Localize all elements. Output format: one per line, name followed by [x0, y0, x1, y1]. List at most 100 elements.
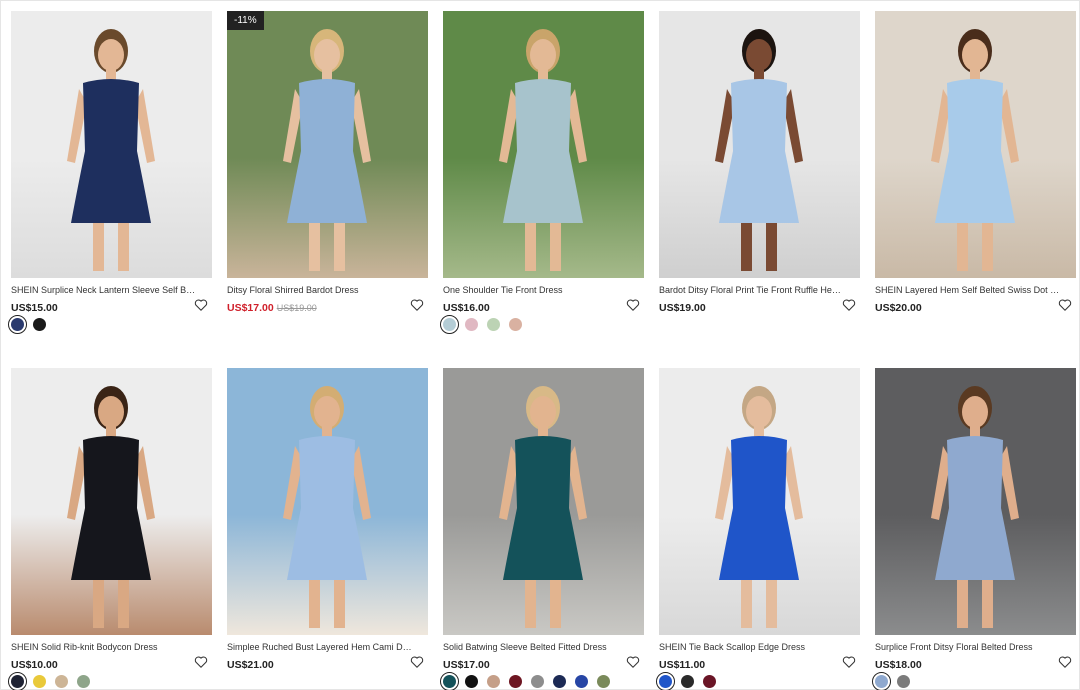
- color-swatch[interactable]: [8, 672, 27, 690]
- product-title[interactable]: Ditsy Floral Shirred Bardot Dress: [227, 284, 413, 296]
- color-swatch[interactable]: [703, 675, 716, 688]
- price-row: US$15.00: [11, 298, 212, 314]
- product-card[interactable]: SHEIN Tie Back Scallop Edge Dress US$11.0…: [656, 368, 860, 690]
- product-price: US$16.00: [443, 302, 490, 314]
- color-swatch[interactable]: [897, 675, 910, 688]
- model-illustration: [931, 29, 1019, 271]
- product-image[interactable]: [227, 368, 428, 635]
- color-swatch[interactable]: [681, 675, 694, 688]
- product-price: US$19.00: [659, 302, 706, 314]
- wishlist-heart-icon[interactable]: [1058, 655, 1072, 669]
- product-title[interactable]: Solid Batwing Sleeve Belted Fitted Dress: [443, 641, 629, 653]
- product-image[interactable]: [443, 11, 644, 278]
- product-image[interactable]: -11%: [227, 11, 428, 278]
- color-swatches: [440, 672, 644, 690]
- product-price: US$20.00: [875, 302, 922, 314]
- color-swatches: [227, 675, 428, 689]
- product-image[interactable]: [875, 11, 1076, 278]
- color-swatches: [659, 318, 860, 332]
- model-illustration: [67, 29, 155, 271]
- color-swatch[interactable]: [55, 675, 68, 688]
- price-row: US$16.00: [443, 298, 644, 314]
- product-card[interactable]: -11% Ditsy Floral Shirred Bardot Dress US$…: [227, 11, 428, 368]
- color-swatch[interactable]: [509, 318, 522, 331]
- product-image[interactable]: [659, 11, 860, 278]
- color-swatch[interactable]: [531, 675, 544, 688]
- color-swatch[interactable]: [77, 675, 90, 688]
- price-row: US$18.00: [875, 655, 1076, 671]
- wishlist-heart-icon[interactable]: [194, 655, 208, 669]
- product-title[interactable]: SHEIN Solid Rib-knit Bodycon Dress: [11, 641, 197, 653]
- model-illustration: [499, 29, 587, 271]
- product-price: US$17.00: [227, 302, 274, 314]
- wishlist-heart-icon[interactable]: [1058, 298, 1072, 312]
- color-swatch[interactable]: [509, 675, 522, 688]
- product-title[interactable]: Bardot Ditsy Floral Print Tie Front Ruff…: [659, 284, 845, 296]
- wishlist-heart-icon[interactable]: [626, 298, 640, 312]
- discount-badge: -11%: [227, 11, 264, 30]
- product-title[interactable]: SHEIN Surplice Neck Lantern Sleeve Self …: [11, 284, 197, 296]
- price-row: US$11.00: [659, 655, 860, 671]
- model-illustration: [499, 386, 587, 628]
- color-swatch[interactable]: [487, 318, 500, 331]
- product-title[interactable]: One Shoulder Tie Front Dress: [443, 284, 629, 296]
- color-swatch[interactable]: [33, 318, 46, 331]
- model-illustration: [715, 29, 803, 271]
- product-price: US$17.00: [443, 659, 490, 671]
- color-swatches: [8, 315, 212, 334]
- product-image[interactable]: [11, 11, 212, 278]
- wishlist-heart-icon[interactable]: [194, 298, 208, 312]
- price-row: US$17.00 US$19.00: [227, 298, 428, 314]
- price-row: US$21.00: [227, 655, 428, 671]
- product-card[interactable]: Surplice Front Ditsy Floral Belted Dress…: [872, 368, 1076, 690]
- color-swatches: [875, 318, 1076, 332]
- model-illustration: [283, 386, 371, 628]
- color-swatches: [872, 672, 1076, 690]
- product-card[interactable]: One Shoulder Tie Front Dress US$16.00: [440, 11, 644, 368]
- color-swatches: [440, 315, 644, 334]
- product-image[interactable]: [875, 368, 1076, 635]
- product-title[interactable]: SHEIN Tie Back Scallop Edge Dress: [659, 641, 845, 653]
- color-swatch[interactable]: [33, 675, 46, 688]
- wishlist-heart-icon[interactable]: [842, 655, 856, 669]
- product-card[interactable]: SHEIN Surplice Neck Lantern Sleeve Self …: [8, 11, 212, 368]
- original-price: US$19.00: [276, 303, 317, 313]
- color-swatch[interactable]: [656, 672, 675, 690]
- product-card[interactable]: SHEIN Layered Hem Self Belted Swiss Dot …: [875, 11, 1076, 368]
- price-row: US$10.00: [11, 655, 212, 671]
- product-title[interactable]: Simplee Ruched Bust Layered Hem Cami Dre…: [227, 641, 413, 653]
- product-image[interactable]: [443, 368, 644, 635]
- color-swatch[interactable]: [872, 672, 891, 690]
- model-illustration: [283, 29, 371, 271]
- color-swatch[interactable]: [465, 318, 478, 331]
- wishlist-heart-icon[interactable]: [410, 655, 424, 669]
- product-grid: SHEIN Surplice Neck Lantern Sleeve Self …: [8, 11, 1076, 690]
- price-row: US$17.00: [443, 655, 644, 671]
- color-swatch[interactable]: [440, 315, 459, 334]
- color-swatch[interactable]: [553, 675, 566, 688]
- product-price: US$11.00: [659, 659, 706, 671]
- product-title[interactable]: SHEIN Layered Hem Self Belted Swiss Dot …: [875, 284, 1061, 296]
- color-swatch[interactable]: [487, 675, 500, 688]
- model-illustration: [715, 386, 803, 628]
- model-illustration: [931, 386, 1019, 628]
- product-price: US$10.00: [11, 659, 58, 671]
- color-swatches: [227, 318, 428, 332]
- product-card[interactable]: Solid Batwing Sleeve Belted Fitted Dress…: [440, 368, 644, 690]
- color-swatch[interactable]: [440, 672, 459, 690]
- product-card[interactable]: Bardot Ditsy Floral Print Tie Front Ruff…: [659, 11, 860, 368]
- product-card[interactable]: Simplee Ruched Bust Layered Hem Cami Dre…: [227, 368, 428, 688]
- product-card[interactable]: SHEIN Solid Rib-knit Bodycon Dress US$10.…: [8, 368, 212, 690]
- wishlist-heart-icon[interactable]: [842, 298, 856, 312]
- color-swatch[interactable]: [465, 675, 478, 688]
- product-price: US$18.00: [875, 659, 922, 671]
- color-swatch[interactable]: [8, 315, 27, 334]
- color-swatch[interactable]: [575, 675, 588, 688]
- wishlist-heart-icon[interactable]: [626, 655, 640, 669]
- product-price: US$15.00: [11, 302, 58, 314]
- product-image[interactable]: [659, 368, 860, 635]
- color-swatch[interactable]: [597, 675, 610, 688]
- product-title[interactable]: Surplice Front Ditsy Floral Belted Dress: [875, 641, 1061, 653]
- wishlist-heart-icon[interactable]: [410, 298, 424, 312]
- product-image[interactable]: [11, 368, 212, 635]
